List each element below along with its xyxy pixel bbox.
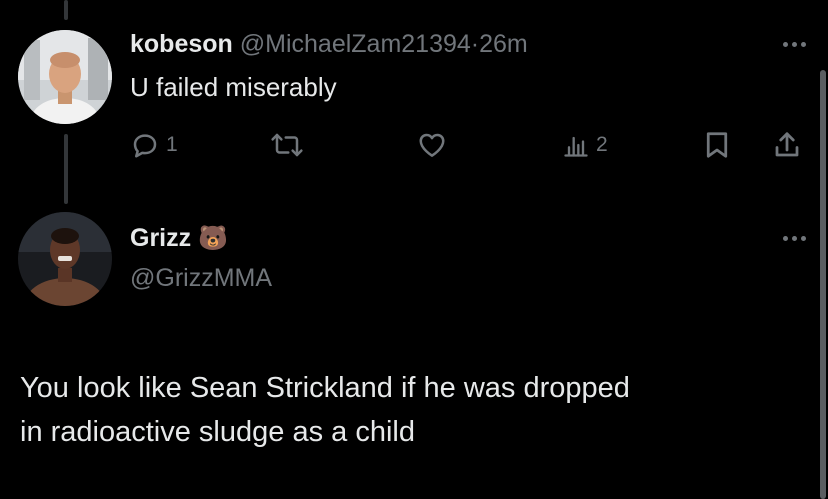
- views-button[interactable]: 2: [562, 130, 608, 160]
- reply-button[interactable]: 1: [130, 130, 178, 160]
- main-tweet-text: You look like Sean Strickland if he was …: [20, 366, 630, 454]
- reply-action-bar: 1 2: [130, 130, 810, 164]
- main-more-icon[interactable]: [783, 236, 806, 241]
- bear-emoji: 🐻: [198, 225, 228, 252]
- reply-count: 1: [166, 133, 178, 156]
- reply-time[interactable]: 26m: [479, 30, 528, 58]
- bookmark-icon: [706, 132, 728, 158]
- main-text-line-1: You look like Sean Strickland if he was …: [20, 372, 630, 404]
- reply-handle[interactable]: @MichaelZam21394: [240, 30, 471, 58]
- retweet-button[interactable]: [270, 130, 310, 160]
- retweet-icon: [271, 133, 303, 157]
- reply-display-name[interactable]: kobeson: [130, 30, 233, 58]
- share-button[interactable]: [772, 130, 802, 160]
- main-text-line-2: in radioactive sludge as a child: [20, 416, 415, 448]
- scrollbar[interactable]: [820, 70, 826, 499]
- main-header: Grizz 🐻: [130, 224, 228, 253]
- bookmark-button[interactable]: [704, 130, 730, 160]
- thread-line-connector: [64, 134, 68, 204]
- heart-icon: [419, 133, 445, 157]
- reply-header: kobeson @MichaelZam21394·26m: [130, 30, 528, 59]
- views-count: 2: [596, 133, 608, 156]
- thread-line-top: [64, 0, 68, 20]
- comment-icon: [133, 134, 157, 158]
- analytics-icon: [564, 136, 588, 157]
- share-icon: [775, 132, 799, 157]
- avatar-grizz[interactable]: [18, 212, 112, 306]
- avatar-kobeson[interactable]: [18, 30, 112, 124]
- like-button[interactable]: [416, 130, 454, 160]
- reply-text: U failed miserably: [130, 72, 337, 102]
- main-display-name[interactable]: Grizz: [130, 224, 191, 252]
- main-handle[interactable]: @GrizzMMA: [130, 264, 272, 293]
- reply-separator: ·: [470, 30, 480, 58]
- reply-more-icon[interactable]: [783, 42, 806, 47]
